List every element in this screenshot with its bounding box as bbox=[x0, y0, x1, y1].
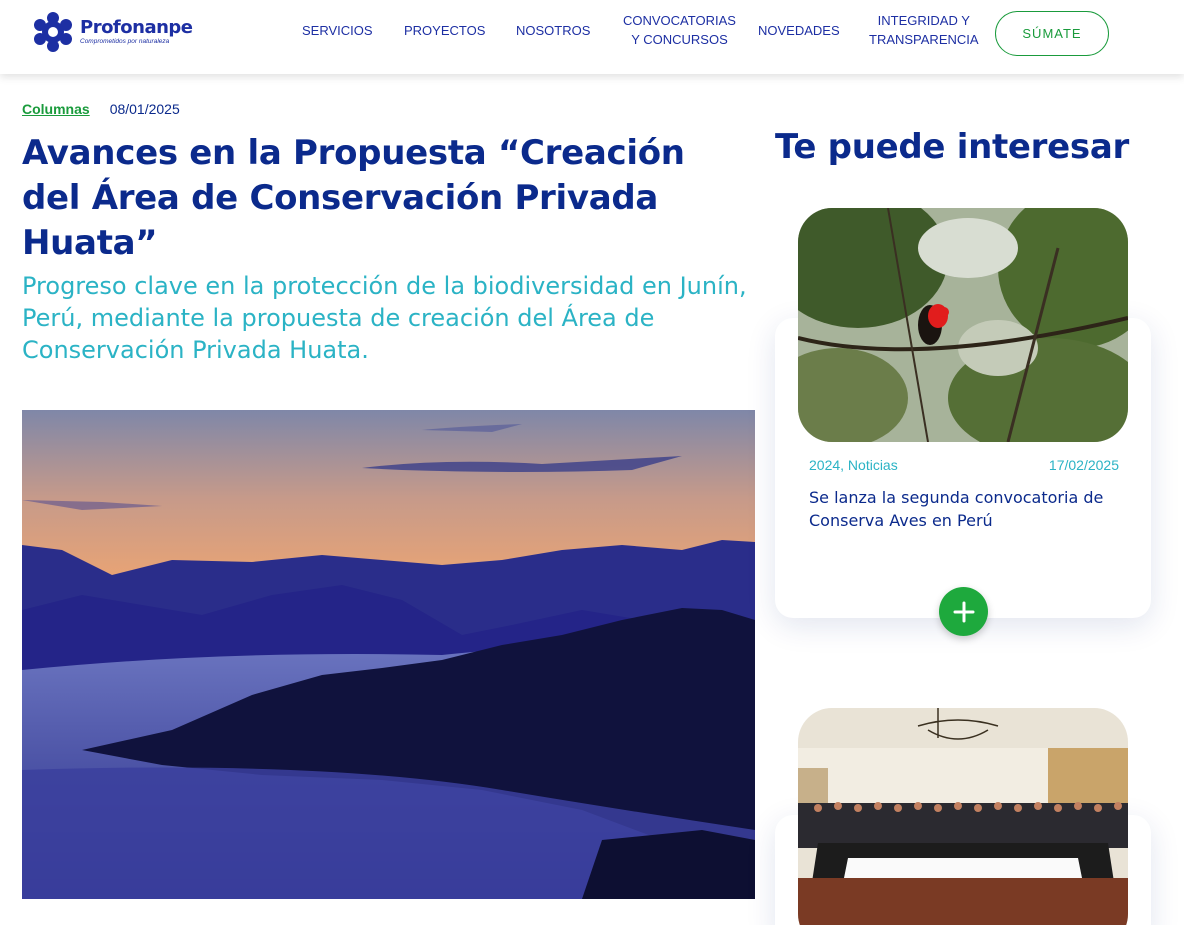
nav-novedades[interactable]: NOVEDADES bbox=[758, 21, 840, 40]
sumate-button[interactable]: SÚMATE bbox=[995, 11, 1109, 56]
related-card-category[interactable]: 2024, Noticias bbox=[809, 457, 898, 473]
nav-nosotros[interactable]: NOSOTROS bbox=[516, 21, 590, 40]
related-card-meta: 2024, Noticias 17/02/2025 bbox=[809, 457, 1119, 473]
plus-icon bbox=[953, 601, 974, 622]
brand-name: Profonanpe bbox=[80, 16, 193, 38]
related-card-image[interactable] bbox=[798, 208, 1128, 442]
article-hero-image bbox=[22, 410, 755, 899]
nav-servicios[interactable]: SERVICIOS bbox=[302, 21, 373, 40]
related-card-2-image[interactable] bbox=[798, 708, 1128, 925]
brand-tagline: Comprometidos por naturaleza bbox=[80, 37, 170, 45]
article-meta: Columnas 08/01/2025 bbox=[22, 101, 180, 117]
article-title: Avances en la Propuesta “Creación del Ár… bbox=[22, 133, 685, 263]
sidebar-title: Te puede interesar bbox=[775, 127, 1129, 167]
article-category-link[interactable]: Columnas bbox=[22, 101, 90, 117]
nav-integridad[interactable]: INTEGRIDAD Y TRANSPARENCIA bbox=[869, 11, 979, 49]
brand-logo[interactable]: Profonanpe Comprometidos por naturaleza bbox=[31, 11, 193, 53]
related-card-date: 17/02/2025 bbox=[1048, 457, 1119, 473]
article-subtitle: Progreso clave en la protección de la bi… bbox=[22, 272, 747, 364]
mountain-sunset-photo-icon bbox=[22, 410, 755, 899]
logo-flower-icon bbox=[34, 12, 72, 52]
nav-convocatorias[interactable]: CONVOCATORIAS Y CONCURSOS bbox=[623, 11, 736, 49]
read-more-plus-button[interactable] bbox=[939, 587, 988, 636]
group-meeting-photo-icon bbox=[798, 708, 1128, 925]
article-date: 08/01/2025 bbox=[109, 101, 180, 117]
red-bird-photo-icon bbox=[798, 208, 1128, 442]
related-card-title[interactable]: Se lanza la segunda convocatoria de Cons… bbox=[809, 486, 1129, 532]
site-header: Profonanpe Comprometidos por naturaleza … bbox=[0, 0, 1184, 74]
nav-proyectos[interactable]: PROYECTOS bbox=[404, 21, 485, 40]
